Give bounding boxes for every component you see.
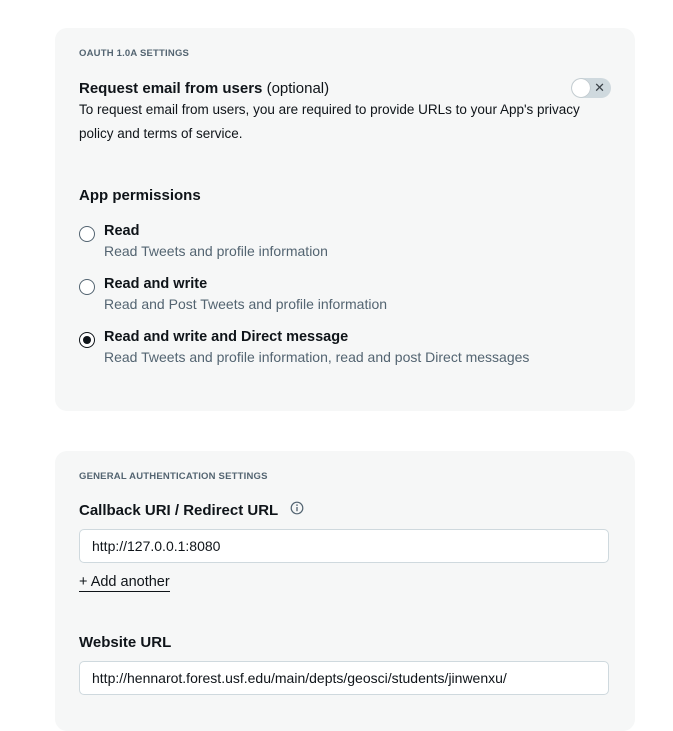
permission-description: Read Tweets and profile information	[104, 243, 328, 259]
general-auth-settings-card: GENERAL AUTHENTICATION SETTINGS Callback…	[55, 451, 635, 731]
optional-label: (optional)	[266, 80, 330, 97]
oauth-settings-card: OAUTH 1.0A SETTINGS Request email from u…	[55, 28, 635, 411]
website-url-label: Website URL	[79, 634, 172, 651]
add-another-link[interactable]: + Add another	[79, 574, 170, 592]
app-permissions-heading: App permissions	[79, 187, 201, 204]
request-email-description: To request email from users, you are req…	[79, 102, 580, 141]
permission-description: Read and Post Tweets and profile informa…	[104, 296, 388, 312]
request-email-title-text: Request email from users	[79, 80, 263, 97]
radio-read-write[interactable]	[79, 279, 95, 295]
permission-label: Read and write	[104, 276, 208, 292]
callback-url-label-text: Callback URI / Redirect URL	[79, 502, 278, 519]
request-email-toggle[interactable]: ✕	[571, 78, 611, 98]
radio-read-write-dm[interactable]	[79, 332, 95, 348]
close-icon: ✕	[594, 80, 605, 95]
radio-read[interactable]	[79, 226, 95, 242]
oauth-section-label: OAUTH 1.0A SETTINGS	[79, 48, 190, 59]
info-icon[interactable]	[290, 501, 304, 519]
permission-description: Read Tweets and profile information, rea…	[104, 349, 530, 365]
general-section-label: GENERAL AUTHENTICATION SETTINGS	[79, 471, 268, 482]
toggle-knob	[572, 79, 590, 97]
permission-label: Read and write and Direct message	[104, 329, 349, 345]
callback-url-label: Callback URI / Redirect URL	[79, 501, 304, 519]
callback-url-input[interactable]	[79, 529, 609, 563]
permission-label: Read	[104, 223, 140, 239]
request-email-title: Request email from users (optional)	[79, 80, 329, 97]
website-url-input[interactable]	[79, 661, 609, 695]
